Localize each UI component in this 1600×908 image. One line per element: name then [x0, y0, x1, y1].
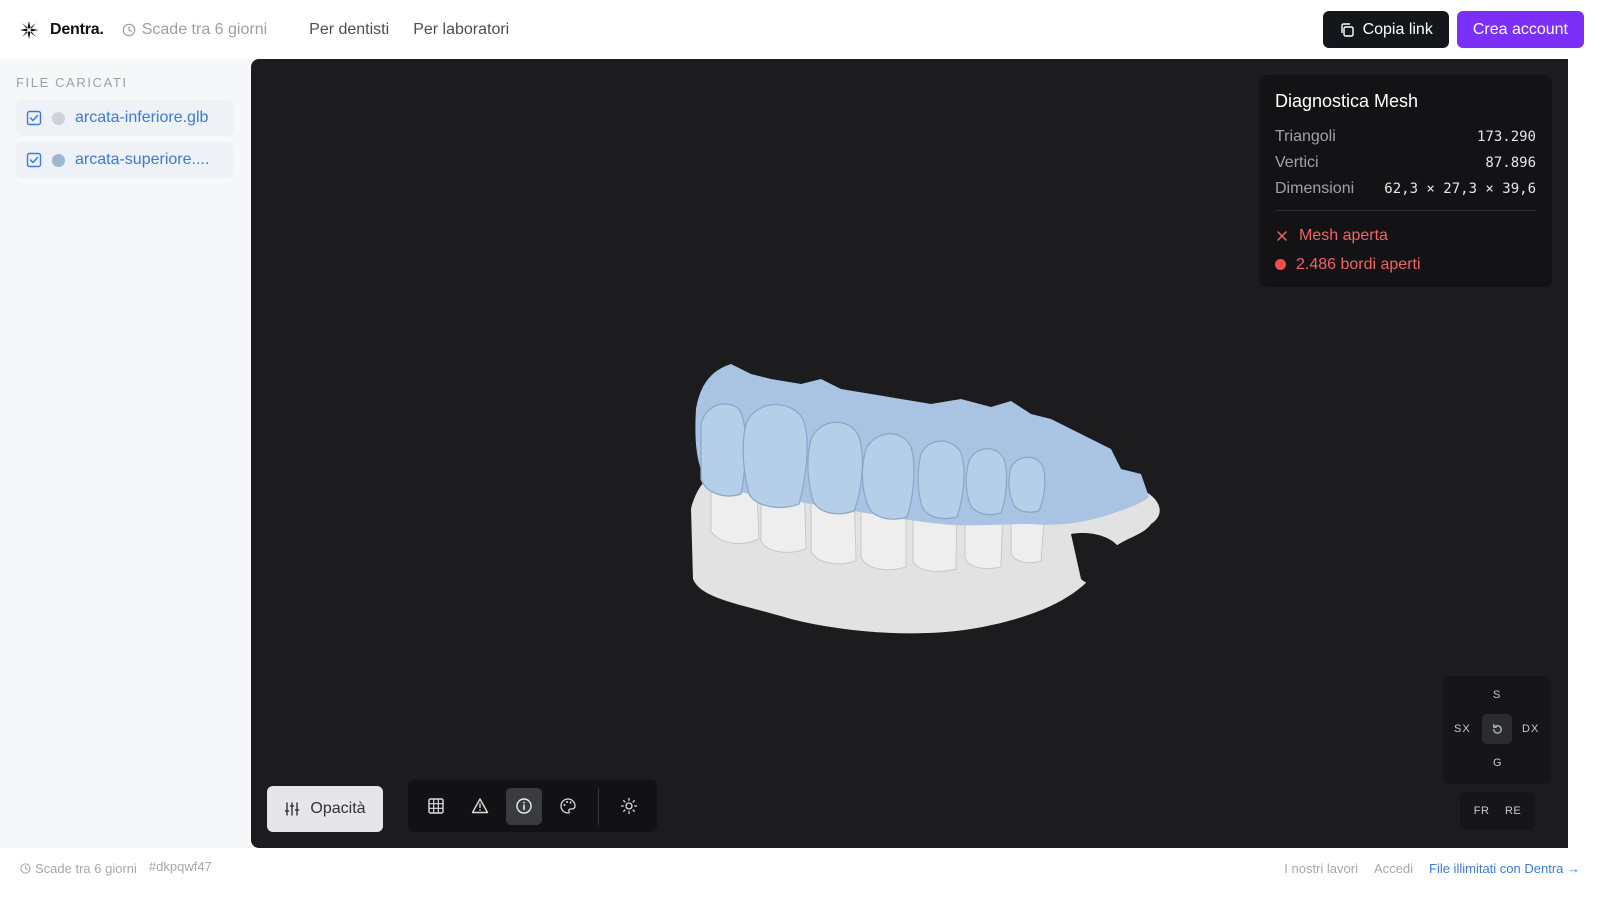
logo[interactable]: Dentra.: [18, 19, 104, 41]
share-id: #dkpqwf47: [148, 859, 212, 874]
top-actions: Copia link Crea account: [1322, 11, 1584, 48]
warnings-tool[interactable]: [462, 788, 498, 825]
expiry-notice: Scade tra 6 giorni: [122, 21, 267, 39]
view-preset-buttons: FR RE: [1460, 792, 1535, 830]
file-name: arcata-inferiore.glb: [75, 109, 209, 126]
sun-icon: [620, 797, 638, 815]
viewer-toolbar: [408, 780, 657, 832]
footer-expiry-text: Scade tra 6 giorni: [35, 861, 137, 876]
dentra-logo-icon: [19, 20, 39, 39]
copy-link-button[interactable]: Copia link: [1322, 11, 1449, 48]
3d-viewer[interactable]: Diagnostica Mesh Triangoli 173.290 Verti…: [251, 59, 1568, 848]
footer: Scade tra 6 giorni #dkpqwf47 I nostri la…: [0, 848, 1600, 908]
info-tool[interactable]: [506, 787, 542, 825]
footer-cta-link[interactable]: File illimitati con Dentra →: [1429, 861, 1580, 876]
nav-link-laboratori[interactable]: Per laboratori: [413, 21, 509, 39]
status-text: 2.486 bordi aperti: [1296, 255, 1421, 273]
expiry-text: Scade tra 6 giorni: [141, 20, 268, 38]
reset-view-button[interactable]: [1482, 714, 1512, 744]
color-dot: [52, 153, 65, 167]
create-account-button[interactable]: Crea account: [1456, 11, 1584, 48]
info-icon: [516, 798, 532, 814]
view-compass: S SX DX G: [1443, 676, 1551, 784]
file-name: arcata-superiore....: [75, 151, 210, 168]
lighting-tool[interactable]: [611, 788, 647, 825]
status-open-edges: 2.486 bordi aperti: [1275, 250, 1536, 279]
divider: [1275, 210, 1536, 211]
mesh-diagnostics-panel: Diagnostica Mesh Triangoli 173.290 Verti…: [1259, 75, 1552, 287]
diag-row-triangles: Triangoli 173.290: [1275, 124, 1536, 150]
diagnostics-title: Diagnostica Mesh: [1275, 91, 1419, 111]
footer-link-works[interactable]: I nostri lavori: [1284, 861, 1358, 876]
opacity-label: Opacità: [310, 800, 366, 817]
view-back-button[interactable]: RE: [1505, 805, 1521, 817]
view-front-button[interactable]: FR: [1474, 805, 1490, 817]
checkbox-checked-icon[interactable]: [26, 152, 42, 168]
palette-icon: [560, 798, 576, 814]
file-item-upper[interactable]: arcata-superiore....: [16, 142, 234, 178]
status-text: Mesh aperta: [1299, 226, 1388, 244]
view-bottom-button[interactable]: G: [1493, 757, 1503, 769]
brand-name: Dentra.: [50, 20, 104, 38]
status-mesh-open: Mesh aperta: [1275, 221, 1536, 250]
view-left-button[interactable]: SX: [1454, 723, 1471, 735]
copy-icon: [1340, 22, 1354, 37]
sidebar-title: FILE CARICATI: [16, 75, 128, 90]
diag-row-dimensions: Dimensioni 62,3 × 27,3 × 39,6: [1275, 176, 1536, 202]
diag-value: 173.290: [1476, 129, 1536, 145]
diag-value: 87.896: [1485, 155, 1536, 171]
sidebar: FILE CARICATI arcata-inferiore.glb arcat…: [0, 59, 251, 848]
view-right-button[interactable]: DX: [1522, 723, 1539, 735]
view-top-button[interactable]: S: [1493, 689, 1501, 701]
footer-link-login[interactable]: Accedi: [1374, 861, 1413, 876]
rotate-reset-icon: [1492, 723, 1502, 734]
color-tool[interactable]: [550, 788, 586, 825]
copy-link-label: Copia link: [1362, 20, 1433, 38]
diag-label: Triangoli: [1275, 128, 1336, 145]
diag-label: Vertici: [1275, 154, 1319, 171]
checkbox-checked-icon[interactable]: [26, 110, 42, 126]
clock-icon: [20, 863, 31, 874]
nav-link-dentisti[interactable]: Per dentisti: [309, 21, 389, 39]
main-nav: Per dentisti Per laboratori: [309, 21, 509, 39]
footer-links: I nostri lavori Accedi File illimitati c…: [1284, 861, 1580, 876]
close-icon: [1277, 230, 1287, 241]
top-bar: Dentra. Scade tra 6 giorni Per dentisti …: [0, 0, 1600, 59]
diag-value: 62,3 × 27,3 × 39,6: [1384, 181, 1536, 197]
clock-icon: [122, 23, 136, 36]
toolbar-divider: [598, 787, 599, 825]
color-dot: [52, 111, 65, 125]
dental-arch-model[interactable]: [671, 299, 1181, 649]
diag-label: Dimensioni: [1275, 180, 1355, 197]
error-dot-icon: [1275, 259, 1286, 270]
file-item-lower[interactable]: arcata-inferiore.glb: [16, 100, 234, 136]
diag-row-vertices: Vertici 87.896: [1275, 150, 1536, 176]
sliders-icon: [285, 802, 300, 816]
grid-icon: [428, 798, 444, 814]
warning-icon: [471, 798, 489, 814]
opacity-button[interactable]: Opacità: [267, 786, 383, 832]
wireframe-tool[interactable]: [418, 788, 454, 825]
footer-left: Scade tra 6 giorni #dkpqwf47: [20, 859, 212, 876]
footer-expiry: Scade tra 6 giorni: [20, 861, 137, 876]
